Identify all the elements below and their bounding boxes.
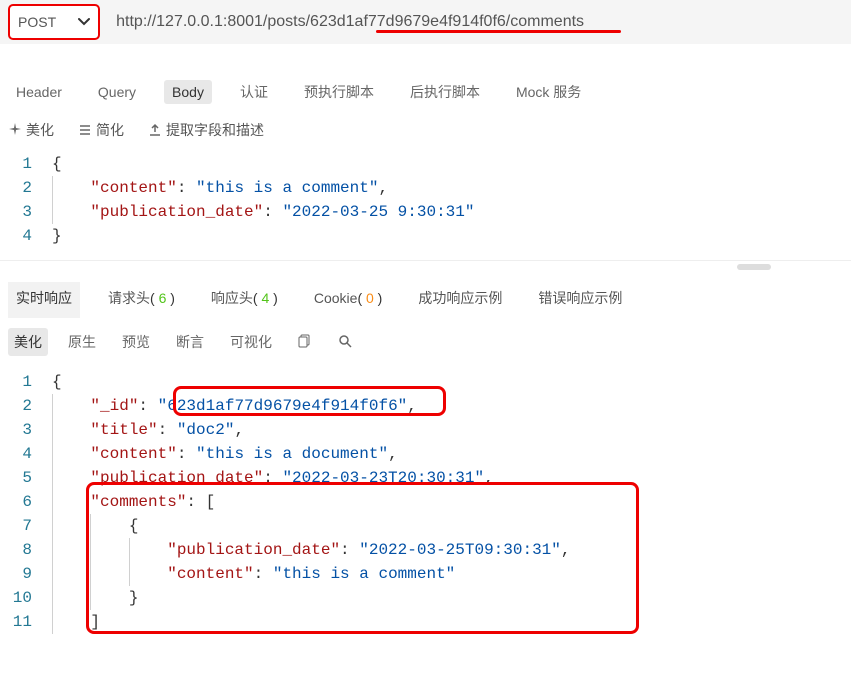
- line-number: 9: [0, 562, 52, 586]
- line-number: 1: [0, 370, 52, 394]
- grip-icon: [737, 264, 771, 270]
- tab-post-script[interactable]: 后执行脚本: [402, 78, 488, 106]
- http-method-select[interactable]: POST: [8, 4, 100, 40]
- url-prefix: http://127.0.0.1:8001/posts/: [116, 13, 310, 30]
- tab-body[interactable]: Body: [164, 80, 212, 104]
- tab-error-example[interactable]: 错误响应示例: [530, 282, 630, 318]
- tab-request-headers[interactable]: 请求头( 6 ): [100, 282, 183, 318]
- copy-icon: [298, 334, 312, 348]
- line-number: 4: [0, 224, 52, 248]
- subtab-raw[interactable]: 原生: [62, 328, 102, 356]
- line-number: 1: [0, 152, 52, 176]
- simplify-button[interactable]: 简化: [78, 120, 124, 140]
- extract-button[interactable]: 提取字段和描述: [148, 120, 264, 140]
- tab-header[interactable]: Header: [8, 80, 70, 104]
- line-number: 5: [0, 466, 52, 490]
- line-number: 2: [0, 176, 52, 200]
- tab-auth[interactable]: 认证: [232, 78, 276, 106]
- line-number: 6: [0, 490, 52, 514]
- response-body-viewer[interactable]: 1 { 2 "_id": "623d1af77d9679e4f914f0f6",…: [0, 364, 851, 646]
- annotation-underline: [376, 30, 621, 33]
- subtab-assertion[interactable]: 断言: [170, 328, 210, 356]
- request-body-editor[interactable]: 1 { 2 "content": "this is a comment", 3 …: [0, 146, 851, 260]
- body-toolbar: 美化 简化 提取字段和描述: [0, 114, 851, 146]
- copy-button[interactable]: [292, 330, 318, 355]
- request-url-input[interactable]: http://127.0.0.1:8001/posts/623d1af77d96…: [100, 13, 843, 31]
- tab-response-headers[interactable]: 响应头( 4 ): [203, 282, 286, 318]
- tab-cookie[interactable]: Cookie( 0 ): [306, 284, 391, 316]
- line-number: 10: [0, 586, 52, 610]
- url-suffix: /comments: [506, 13, 584, 30]
- tab-success-example[interactable]: 成功响应示例: [410, 282, 510, 318]
- line-number: 2: [0, 394, 52, 418]
- line-number: 11: [0, 610, 52, 634]
- line-number: 7: [0, 514, 52, 538]
- line-number: 8: [0, 538, 52, 562]
- response-subtabs: 美化 原生 预览 断言 可视化: [0, 318, 851, 364]
- request-url-bar: POST http://127.0.0.1:8001/posts/623d1af…: [0, 0, 851, 44]
- beautify-label: 美化: [26, 120, 54, 140]
- tab-query[interactable]: Query: [90, 80, 144, 104]
- response-tabs: 实时响应 请求头( 6 ) 响应头( 4 ) Cookie( 0 ) 成功响应示…: [0, 272, 851, 318]
- url-id-segment: 623d1af77d9679e4f914f0f6: [310, 13, 506, 30]
- line-number: 3: [0, 200, 52, 224]
- request-tabs: Header Query Body 认证 预执行脚本 后执行脚本 Mock 服务: [0, 66, 851, 114]
- http-method-label: POST: [18, 14, 56, 30]
- line-number: 4: [0, 442, 52, 466]
- extract-label: 提取字段和描述: [166, 120, 264, 140]
- list-icon: [78, 123, 92, 137]
- sparkle-icon: [8, 123, 22, 137]
- beautify-button[interactable]: 美化: [8, 120, 54, 140]
- subtab-beautify[interactable]: 美化: [8, 328, 48, 356]
- upload-icon: [148, 123, 162, 137]
- search-button[interactable]: [332, 330, 358, 355]
- search-icon: [338, 334, 352, 348]
- panel-resize-handle[interactable]: [0, 260, 851, 272]
- simplify-label: 简化: [96, 120, 124, 140]
- subtab-preview[interactable]: 预览: [116, 328, 156, 356]
- tab-pre-script[interactable]: 预执行脚本: [296, 78, 382, 106]
- tab-mock[interactable]: Mock 服务: [508, 78, 589, 106]
- chevron-down-icon: [78, 16, 90, 28]
- subtab-visualize[interactable]: 可视化: [224, 328, 278, 356]
- line-number: 3: [0, 418, 52, 442]
- tab-realtime-response[interactable]: 实时响应: [8, 282, 80, 318]
